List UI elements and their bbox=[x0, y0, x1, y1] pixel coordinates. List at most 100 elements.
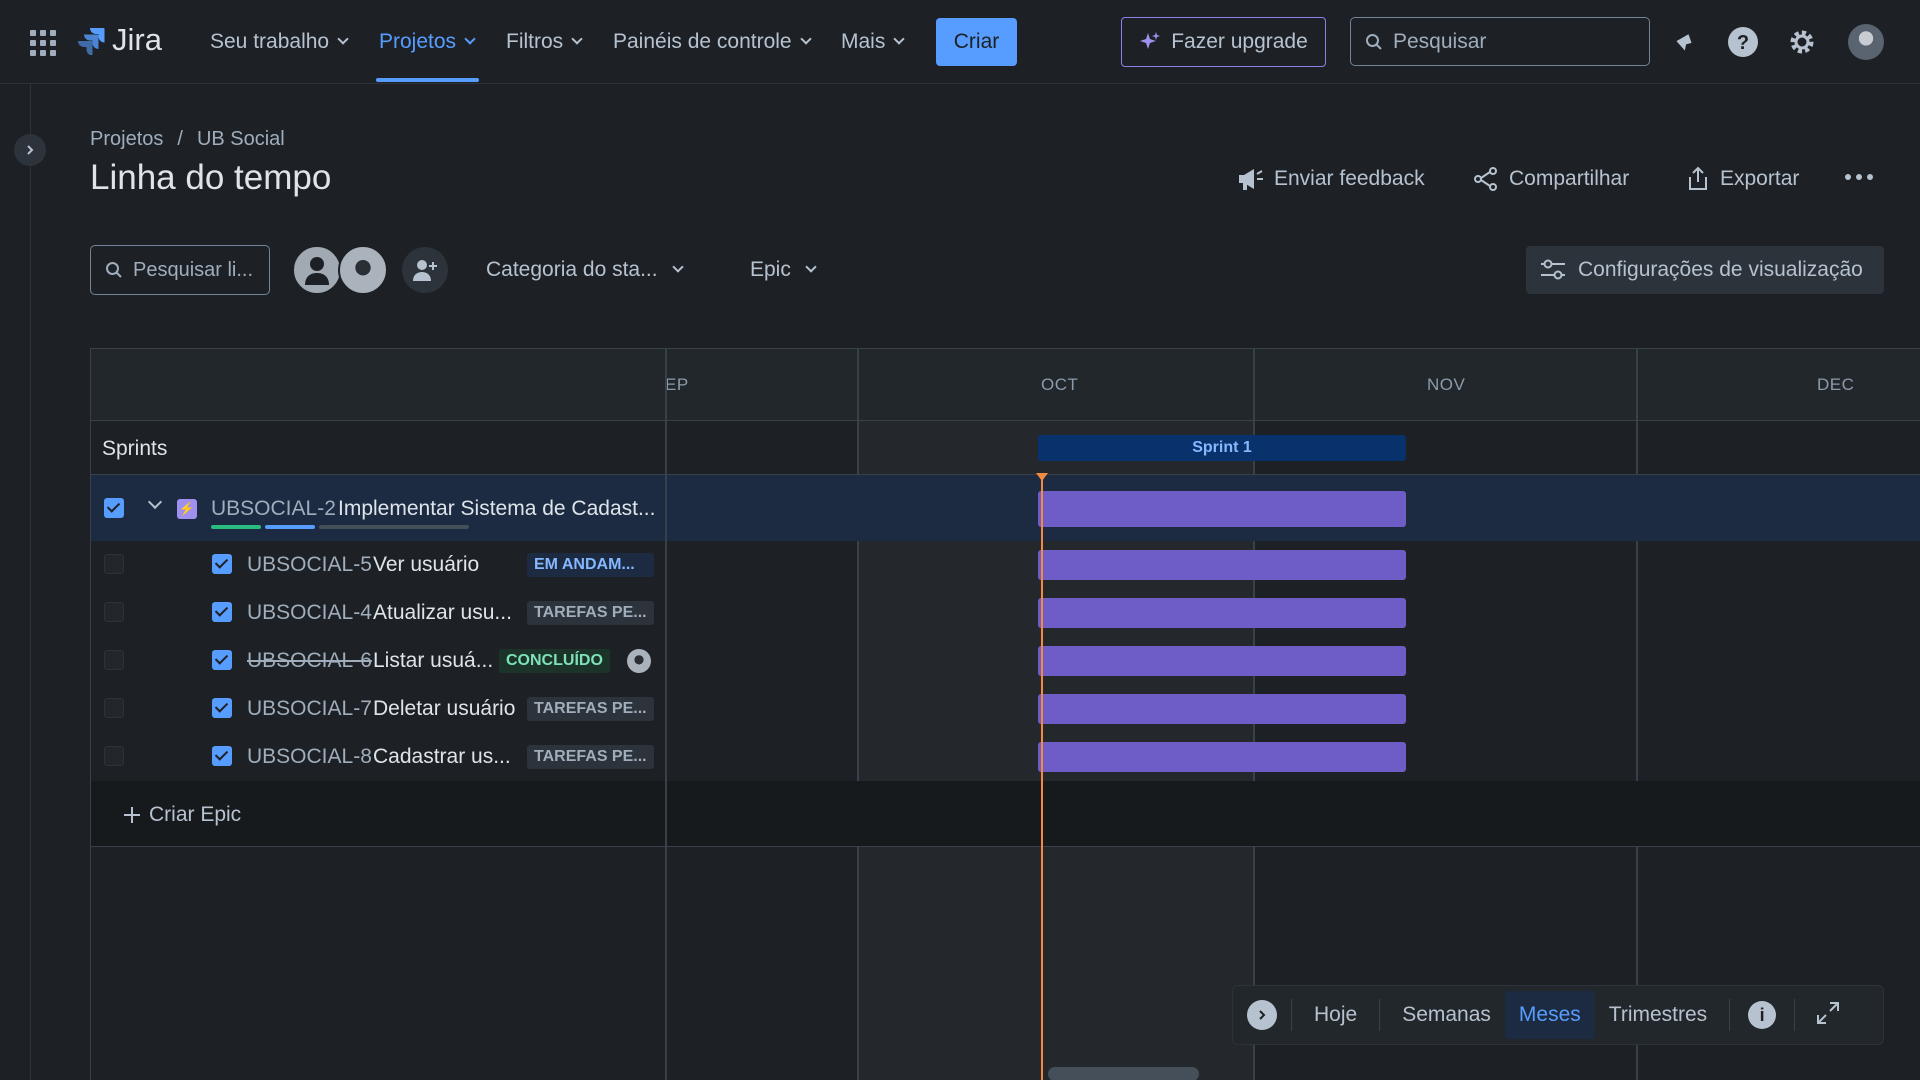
row-checkbox[interactable] bbox=[104, 554, 124, 574]
issue-key[interactable]: UBSOCIAL-6 bbox=[247, 649, 372, 673]
more-actions-icon[interactable] bbox=[1845, 174, 1873, 180]
chevron-right-icon bbox=[27, 145, 34, 155]
status-lozenge: EM ANDAM... bbox=[527, 553, 654, 577]
feedback-button[interactable]: Enviar feedback bbox=[1236, 166, 1425, 192]
issue-timeline-bar[interactable] bbox=[1038, 598, 1406, 628]
create-button[interactable]: Criar bbox=[936, 18, 1017, 66]
status-lozenge: TAREFAS PE... bbox=[527, 697, 654, 721]
chevron-down-icon bbox=[464, 33, 476, 45]
share-button[interactable]: Compartilhar bbox=[1473, 166, 1629, 192]
view-settings-button[interactable]: Configurações de visualização bbox=[1526, 246, 1884, 294]
app-switcher-icon[interactable] bbox=[30, 30, 56, 56]
epic-icon: ⚡ bbox=[177, 499, 197, 519]
nav-projetos[interactable]: Projetos bbox=[379, 30, 476, 54]
horizontal-scrollbar[interactable] bbox=[1048, 1067, 1199, 1080]
issue-summary[interactable]: Ver usuário bbox=[373, 553, 479, 577]
notifications-icon[interactable] bbox=[1666, 24, 1702, 60]
task-icon bbox=[212, 554, 232, 574]
settings-icon[interactable] bbox=[1784, 24, 1820, 60]
issue-row[interactable]: UBSOCIAL-6 Listar usuá... CONCLUÍDO bbox=[91, 637, 1920, 685]
upgrade-button[interactable]: Fazer upgrade bbox=[1121, 17, 1326, 67]
jira-logo-icon bbox=[78, 28, 105, 55]
user-avatar[interactable] bbox=[1848, 24, 1884, 60]
chevron-down-icon[interactable] bbox=[147, 494, 163, 510]
create-epic-button[interactable]: Criar Epic bbox=[123, 803, 241, 827]
row-checkbox[interactable] bbox=[104, 698, 124, 718]
feedback-label: Enviar feedback bbox=[1274, 167, 1425, 190]
issue-timeline-bar[interactable] bbox=[1038, 694, 1406, 724]
timeline-search-input[interactable]: Pesquisar li... bbox=[90, 245, 270, 295]
sprint-bar[interactable]: Sprint 1 bbox=[1038, 435, 1406, 461]
global-search-input[interactable]: Pesquisar bbox=[1350, 17, 1650, 66]
epic-progress-bar bbox=[211, 525, 469, 529]
info-icon[interactable]: i bbox=[1748, 1001, 1777, 1029]
today-line bbox=[1041, 475, 1043, 1080]
nav-label: Projetos bbox=[379, 30, 457, 53]
issue-key[interactable]: UBSOCIAL-7 bbox=[247, 697, 372, 721]
issue-summary[interactable]: Cadastrar us... bbox=[373, 745, 511, 769]
row-checkbox[interactable] bbox=[104, 602, 124, 622]
row-checkbox[interactable] bbox=[104, 650, 124, 670]
sliders-icon bbox=[1541, 259, 1565, 280]
nav-filtros[interactable]: Filtros bbox=[506, 30, 583, 54]
upgrade-label: Fazer upgrade bbox=[1171, 30, 1308, 53]
epic-timeline-bar[interactable] bbox=[1038, 491, 1406, 527]
bell-icon bbox=[1676, 34, 1692, 51]
epic-row[interactable]: ⚡ UBSOCIAL-2 Implementar Sistema de Cada… bbox=[91, 475, 1920, 541]
divider bbox=[1379, 999, 1381, 1031]
sprints-row: Sprints Sprint 1 bbox=[91, 421, 1920, 475]
issue-key[interactable]: UBSOCIAL-5 bbox=[247, 553, 372, 577]
issue-summary[interactable]: Deletar usuário bbox=[373, 697, 515, 721]
issue-key[interactable]: UBSOCIAL-8 bbox=[247, 745, 372, 769]
status-lozenge: TAREFAS PE... bbox=[527, 601, 654, 625]
nav-label: Seu trabalho bbox=[210, 30, 330, 53]
export-button[interactable]: Exportar bbox=[1686, 166, 1799, 192]
zoom-quarters-button[interactable]: Trimestres bbox=[1595, 991, 1721, 1039]
issue-row[interactable]: UBSOCIAL-5 Ver usuário EM ANDAM... bbox=[91, 541, 1920, 589]
status-category-dropdown[interactable]: Categoria do sta... bbox=[486, 258, 684, 282]
issue-summary[interactable]: Listar usuá... bbox=[373, 649, 493, 673]
share-icon bbox=[1474, 167, 1497, 191]
issue-timeline-bar[interactable] bbox=[1038, 646, 1406, 676]
issue-row[interactable]: UBSOCIAL-8 Cadastrar us... TAREFAS PE... bbox=[91, 733, 1920, 781]
avatar-filter-unassigned[interactable] bbox=[292, 245, 342, 295]
sidebar-border bbox=[30, 84, 31, 1080]
zoom-months-button[interactable]: Meses bbox=[1504, 991, 1595, 1039]
issue-summary[interactable]: Atualizar usu... bbox=[373, 601, 512, 625]
issue-row[interactable]: UBSOCIAL-7 Deletar usuário TAREFAS PE... bbox=[91, 685, 1920, 733]
row-checkbox[interactable] bbox=[104, 746, 124, 766]
issue-row[interactable]: UBSOCIAL-4 Atualizar usu... TAREFAS PE..… bbox=[91, 589, 1920, 637]
search-icon bbox=[106, 262, 122, 278]
issue-key[interactable]: UBSOCIAL-2 bbox=[211, 497, 336, 521]
create-epic-label: Criar Epic bbox=[149, 803, 242, 826]
assignee-avatar[interactable] bbox=[627, 649, 651, 673]
zoom-weeks-button[interactable]: Semanas bbox=[1388, 991, 1505, 1039]
nav-paineis[interactable]: Painéis de controle bbox=[613, 30, 812, 54]
breadcrumb-separator: / bbox=[177, 128, 183, 150]
nav-label: Filtros bbox=[506, 30, 564, 53]
issue-summary[interactable]: Implementar Sistema de Cadast... bbox=[338, 497, 655, 521]
avatar-filter-user[interactable] bbox=[338, 245, 388, 295]
view-settings-label: Configurações de visualização bbox=[1578, 258, 1863, 281]
zoom-today-button[interactable]: Hoje bbox=[1300, 991, 1371, 1039]
search-placeholder: Pesquisar bbox=[1393, 29, 1487, 53]
jira-logo[interactable]: Jira bbox=[76, 22, 162, 58]
row-checkbox[interactable] bbox=[104, 498, 124, 518]
chevron-down-icon bbox=[893, 33, 906, 45]
issue-key[interactable]: UBSOCIAL-4 bbox=[247, 601, 372, 625]
scroll-to-today-icon[interactable] bbox=[1247, 1000, 1277, 1030]
fullscreen-icon[interactable] bbox=[1815, 1000, 1841, 1031]
breadcrumb-projects[interactable]: Projetos bbox=[90, 128, 163, 151]
issue-timeline-bar[interactable] bbox=[1038, 742, 1406, 772]
nav-seu-trabalho[interactable]: Seu trabalho bbox=[210, 30, 349, 54]
timeline-header: EP OCT NOV DEC bbox=[91, 349, 1920, 421]
breadcrumb-project[interactable]: UB Social bbox=[197, 128, 285, 151]
epic-dropdown[interactable]: Epic bbox=[750, 258, 817, 282]
add-people-button[interactable] bbox=[402, 247, 448, 293]
task-icon bbox=[212, 746, 232, 766]
nav-mais[interactable]: Mais bbox=[841, 30, 906, 54]
help-icon[interactable]: ? bbox=[1725, 24, 1761, 60]
expand-sidebar-button[interactable] bbox=[14, 134, 46, 166]
issue-timeline-bar[interactable] bbox=[1038, 550, 1406, 580]
list-panel-divider[interactable] bbox=[665, 349, 667, 1080]
